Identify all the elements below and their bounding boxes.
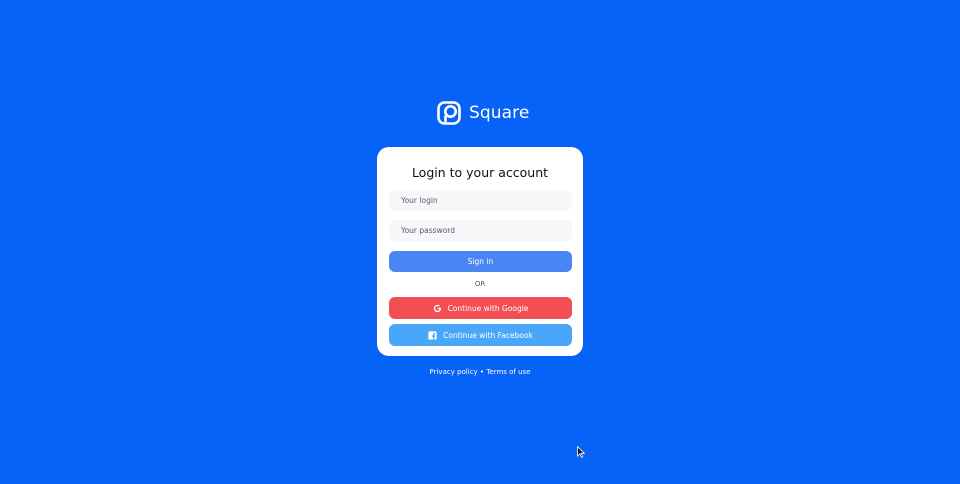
or-divider: OR xyxy=(474,280,486,288)
footer-links: Privacy policy • Terms of use xyxy=(0,368,960,376)
facebook-signin-button[interactable]: Continue with Facebook xyxy=(389,324,572,346)
facebook-icon xyxy=(428,330,437,340)
brand: Square xyxy=(437,99,529,126)
brand-name: Square xyxy=(469,102,530,123)
privacy-policy-link[interactable]: Privacy policy xyxy=(430,368,478,376)
sign-in-label: Sign in xyxy=(467,257,494,266)
google-signin-label: Continue with Google xyxy=(447,303,529,313)
facebook-signin-label: Continue with Facebook xyxy=(443,330,533,340)
footer-separator: • xyxy=(479,368,485,376)
square-logo-icon xyxy=(437,100,461,125)
login-input[interactable] xyxy=(389,190,572,211)
login-title: Login to your account xyxy=(411,165,549,180)
password-input[interactable] xyxy=(389,220,572,241)
mouse-cursor-icon xyxy=(577,446,585,458)
terms-of-use-link[interactable]: Terms of use xyxy=(486,368,530,376)
google-icon xyxy=(433,304,441,312)
google-signin-button[interactable]: Continue with Google xyxy=(389,297,572,319)
sign-in-button[interactable]: Sign in xyxy=(389,251,572,272)
